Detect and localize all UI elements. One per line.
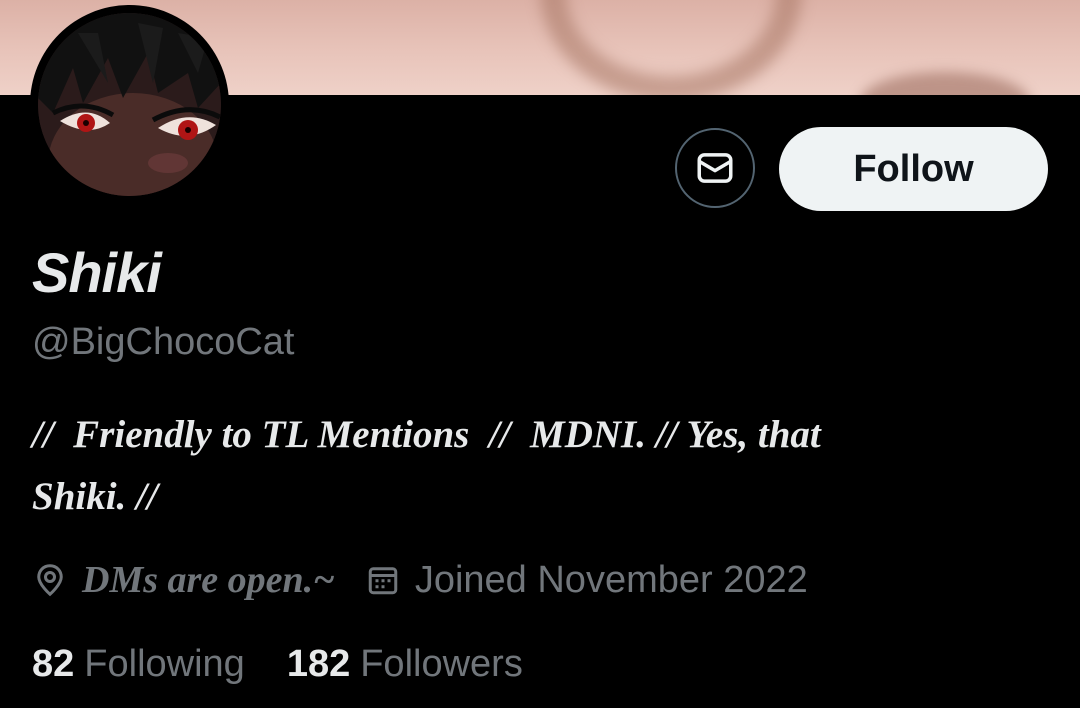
avatar-image bbox=[38, 13, 221, 196]
followers-link[interactable]: 182 Followers bbox=[287, 643, 523, 686]
location-text: DMs are open.~ bbox=[82, 559, 335, 601]
joined-date: Joined November 2022 bbox=[414, 558, 808, 601]
profile-page: Follow Shiki @BigChocoCat // Friendly to… bbox=[0, 0, 1080, 708]
message-button[interactable] bbox=[675, 128, 755, 208]
profile-meta: DMs are open.~ Joined November 2022 bbox=[32, 553, 808, 607]
follow-button[interactable]: Follow bbox=[779, 127, 1048, 211]
followers-label: Followers bbox=[360, 642, 523, 685]
following-label: Following bbox=[84, 642, 245, 685]
user-handle: @BigChocoCat bbox=[32, 321, 295, 363]
bio-line-2: Shiki. // bbox=[32, 475, 158, 518]
following-count: 82 bbox=[32, 642, 75, 685]
followers-count: 182 bbox=[286, 642, 351, 685]
display-name: Shiki bbox=[32, 241, 162, 304]
calendar-icon bbox=[365, 561, 401, 599]
profile-bio: // Friendly to TL Mentions // MDNI. // Y… bbox=[32, 404, 1032, 528]
map-pin-icon bbox=[32, 561, 68, 599]
banner-blob-shape bbox=[860, 72, 1030, 95]
bio-line-1: // Friendly to TL Mentions // MDNI. // Y… bbox=[32, 413, 821, 456]
following-link[interactable]: 82 Following bbox=[32, 643, 245, 686]
envelope-icon bbox=[694, 147, 736, 189]
follow-stats: 82 Following 182 Followers bbox=[32, 638, 523, 690]
avatar[interactable] bbox=[30, 5, 229, 204]
banner-ring-shape bbox=[540, 0, 802, 95]
